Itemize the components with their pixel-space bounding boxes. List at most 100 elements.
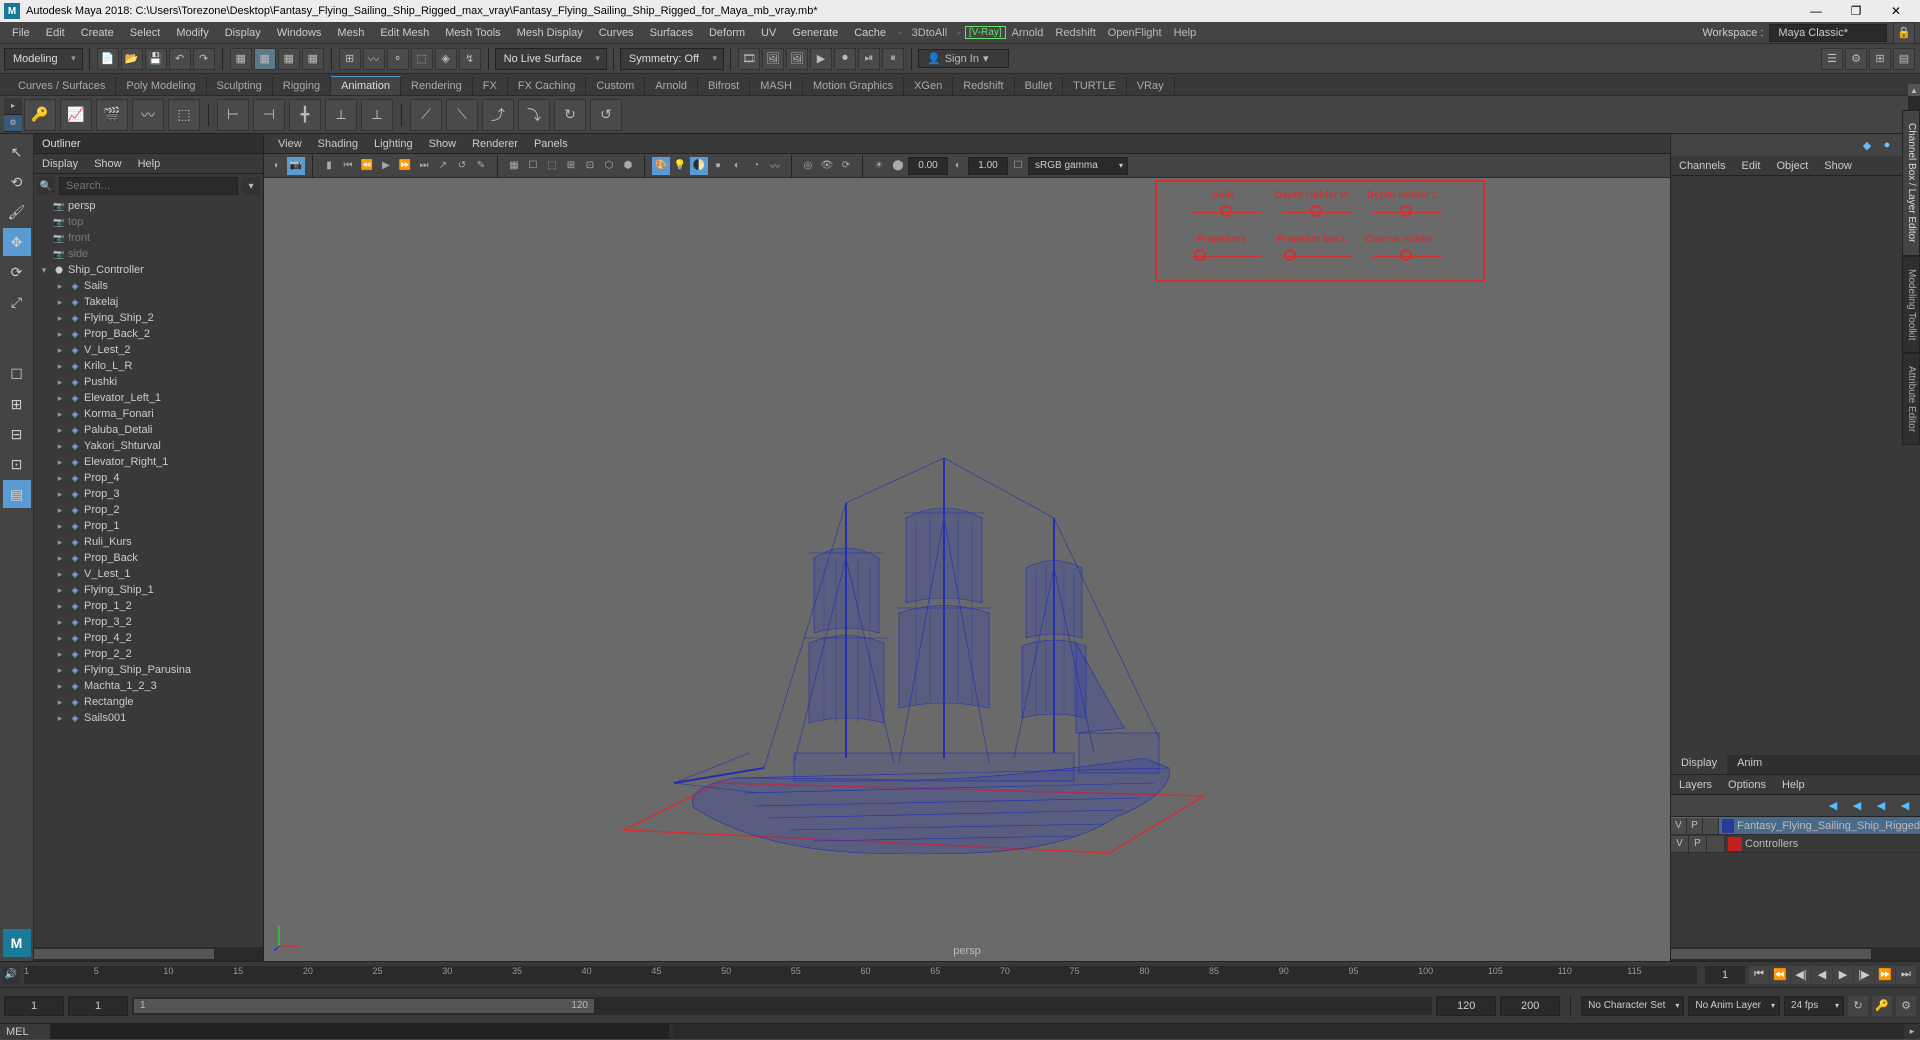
select-tool[interactable]: ↖ bbox=[3, 138, 31, 166]
gamma-value[interactable]: 1.00 bbox=[968, 157, 1008, 175]
tab-xgen[interactable]: XGen bbox=[904, 77, 953, 95]
tl-sound-icon[interactable]: 🔊 bbox=[2, 966, 20, 984]
exposure-value[interactable]: 0.00 bbox=[908, 157, 948, 175]
toggle-outliner-icon[interactable]: ☰ bbox=[1821, 48, 1843, 70]
render-frame-icon[interactable]: 🖼 bbox=[762, 48, 784, 70]
shelf-constr-icon[interactable]: ⬚ bbox=[168, 99, 200, 131]
vt4[interactable]: ▶ bbox=[377, 157, 395, 175]
tab-sculpt[interactable]: Sculpting bbox=[207, 77, 273, 95]
outliner-item[interactable]: ▸◈Pushki bbox=[34, 374, 263, 390]
range-slider[interactable]: 1120 bbox=[132, 997, 1432, 1015]
redo-icon[interactable]: ↷ bbox=[193, 48, 215, 70]
snap-grid-icon[interactable]: ⊞ bbox=[339, 48, 361, 70]
outliner-item[interactable]: ▸◈Krilo_L_R bbox=[34, 358, 263, 374]
vp-shading[interactable]: Shading bbox=[310, 138, 366, 150]
rig-propb-slider[interactable] bbox=[1282, 256, 1352, 257]
outliner-item[interactable]: ▸◈Flying_Ship_1 bbox=[34, 582, 263, 598]
minimize-button[interactable]: — bbox=[1796, 0, 1836, 22]
move-tool[interactable]: ✥ bbox=[3, 228, 31, 256]
plugin-openflight[interactable]: OpenFlight bbox=[1102, 27, 1168, 39]
vt-ao[interactable]: ● bbox=[709, 157, 727, 175]
plugin-3dtoall[interactable]: 3DtoAll bbox=[906, 27, 953, 39]
vt-grid[interactable]: ▦ bbox=[505, 157, 523, 175]
open-icon[interactable]: 📂 bbox=[121, 48, 143, 70]
shelf-keyframe-icon[interactable]: 🔑 bbox=[24, 99, 56, 131]
chan-channels[interactable]: Channels bbox=[1671, 156, 1733, 175]
menu-curves[interactable]: Curves bbox=[591, 22, 642, 43]
rsm-layers[interactable]: Layers bbox=[1671, 775, 1720, 794]
search-drop-icon[interactable]: ▾ bbox=[242, 177, 260, 195]
shelf-c1-icon[interactable]: ⟋ bbox=[410, 99, 442, 131]
vt-shad[interactable]: 🌓 bbox=[690, 157, 708, 175]
shelf-c5-icon[interactable]: ↻ bbox=[554, 99, 586, 131]
vp-panels[interactable]: Panels bbox=[526, 138, 576, 150]
symmetry-dropdown[interactable]: Symmetry: Off bbox=[620, 48, 724, 70]
rotate-tool[interactable]: ⟳ bbox=[3, 258, 31, 286]
outliner-item[interactable]: ▸◈Flying_Ship_2 bbox=[34, 310, 263, 326]
undo-icon[interactable]: ↶ bbox=[169, 48, 191, 70]
menu-meshtools[interactable]: Mesh Tools bbox=[437, 22, 508, 43]
tab-mograph[interactable]: Motion Graphics bbox=[803, 77, 904, 95]
snap-curve-icon[interactable]: 〰 bbox=[363, 48, 385, 70]
render-set-icon[interactable]: ▶ bbox=[810, 48, 832, 70]
vp-view[interactable]: View bbox=[270, 138, 310, 150]
timeline[interactable]: 🔊 15101520253035404550556065707580859095… bbox=[0, 961, 1920, 987]
shelf-c2-icon[interactable]: ⟍ bbox=[446, 99, 478, 131]
rtab-anim[interactable]: Anim bbox=[1727, 755, 1772, 774]
outliner-menu-show[interactable]: Show bbox=[86, 156, 130, 171]
tab-fxcache[interactable]: FX Caching bbox=[508, 77, 586, 95]
playblast-icon[interactable]: ⏯ bbox=[858, 48, 880, 70]
stab-modeling[interactable]: Modeling Toolkit bbox=[1902, 256, 1920, 354]
menu-cache[interactable]: Cache bbox=[846, 22, 894, 43]
shelf-path-icon[interactable]: 〰 bbox=[132, 99, 164, 131]
sel-obj-icon[interactable]: ▦ bbox=[230, 48, 252, 70]
rtab-display[interactable]: Display bbox=[1671, 755, 1727, 774]
shelf-ik5-icon[interactable]: ⟂ bbox=[361, 99, 393, 131]
menu-uv[interactable]: UV bbox=[753, 22, 784, 43]
layout-four[interactable]: ⊞ bbox=[3, 390, 31, 418]
tab-bifrost[interactable]: Bifrost bbox=[698, 77, 750, 95]
stab-channelbox[interactable]: Channel Box / Layer Editor bbox=[1902, 110, 1920, 256]
outliner-item[interactable]: ▸◈Prop_Back_2 bbox=[34, 326, 263, 342]
outliner-item[interactable]: ▸◈Prop_Back bbox=[34, 550, 263, 566]
workspace-select[interactable]: Maya Classic* bbox=[1769, 24, 1887, 42]
layout-single[interactable]: ☐ bbox=[3, 360, 31, 388]
vt-mb[interactable]: 〰 bbox=[766, 157, 784, 175]
sel-mask-icon[interactable]: ▦ bbox=[278, 48, 300, 70]
outliner-item[interactable]: ▸◈Elevator_Left_1 bbox=[34, 390, 263, 406]
vp-renderer[interactable]: Renderer bbox=[464, 138, 526, 150]
vt7[interactable]: ↗ bbox=[434, 157, 452, 175]
menu-file[interactable]: File bbox=[4, 22, 38, 43]
sel-mask2-icon[interactable]: ▦ bbox=[302, 48, 324, 70]
render-seq-icon[interactable]: 🎞 bbox=[738, 48, 760, 70]
color-space[interactable]: sRGB gamma bbox=[1028, 157, 1128, 175]
tab-vray[interactable]: VRay bbox=[1127, 77, 1175, 95]
fps-dd[interactable]: 24 fps bbox=[1784, 996, 1844, 1016]
shelf-c3-icon[interactable]: ⤴ bbox=[482, 99, 514, 131]
menu-mesh[interactable]: Mesh bbox=[329, 22, 372, 43]
outliner-item[interactable]: ▸◈V_Lest_1 bbox=[34, 566, 263, 582]
snap-plane-icon[interactable]: ⬚ bbox=[411, 48, 433, 70]
shelf-clip-icon[interactable]: 🎬 bbox=[96, 99, 128, 131]
outliner-item[interactable]: ▸◈Prop_3 bbox=[34, 486, 263, 502]
tab-custom[interactable]: Custom bbox=[586, 77, 645, 95]
outliner-item[interactable]: ▸◈Machta_1_2_3 bbox=[34, 678, 263, 694]
rc-icon1[interactable]: ◆ bbox=[1858, 136, 1876, 154]
char-set[interactable]: No Character Set bbox=[1581, 996, 1684, 1016]
outliner-item[interactable]: ▸◈Prop_2_2 bbox=[34, 646, 263, 662]
outliner-item[interactable]: ▸◈Prop_4 bbox=[34, 470, 263, 486]
outliner-item[interactable]: ▸◈Takelaj bbox=[34, 294, 263, 310]
vt-sel[interactable]: ◐ bbox=[268, 157, 286, 175]
rig-course-slider[interactable] bbox=[1372, 256, 1442, 257]
chan-show[interactable]: Show bbox=[1816, 156, 1860, 175]
vt-dof[interactable]: ◔ bbox=[747, 157, 765, 175]
layout-three[interactable]: ⊡ bbox=[3, 450, 31, 478]
menu-generate[interactable]: Generate bbox=[784, 22, 846, 43]
range-start[interactable]: 1 bbox=[68, 996, 128, 1016]
layers-list[interactable]: VPFantasy_Flying_Sailing_Ship_RiggedVPCo… bbox=[1671, 817, 1920, 947]
outliner-search[interactable] bbox=[59, 177, 238, 195]
scale-tool[interactable]: ⤢ bbox=[3, 288, 31, 316]
outliner-tree[interactable]: 📷persp📷top📷front📷side▾⬣Ship_Controller▸◈… bbox=[34, 198, 263, 947]
shelf-ik1-icon[interactable]: ⊢ bbox=[217, 99, 249, 131]
outliner-item[interactable]: ▸◈Sails bbox=[34, 278, 263, 294]
